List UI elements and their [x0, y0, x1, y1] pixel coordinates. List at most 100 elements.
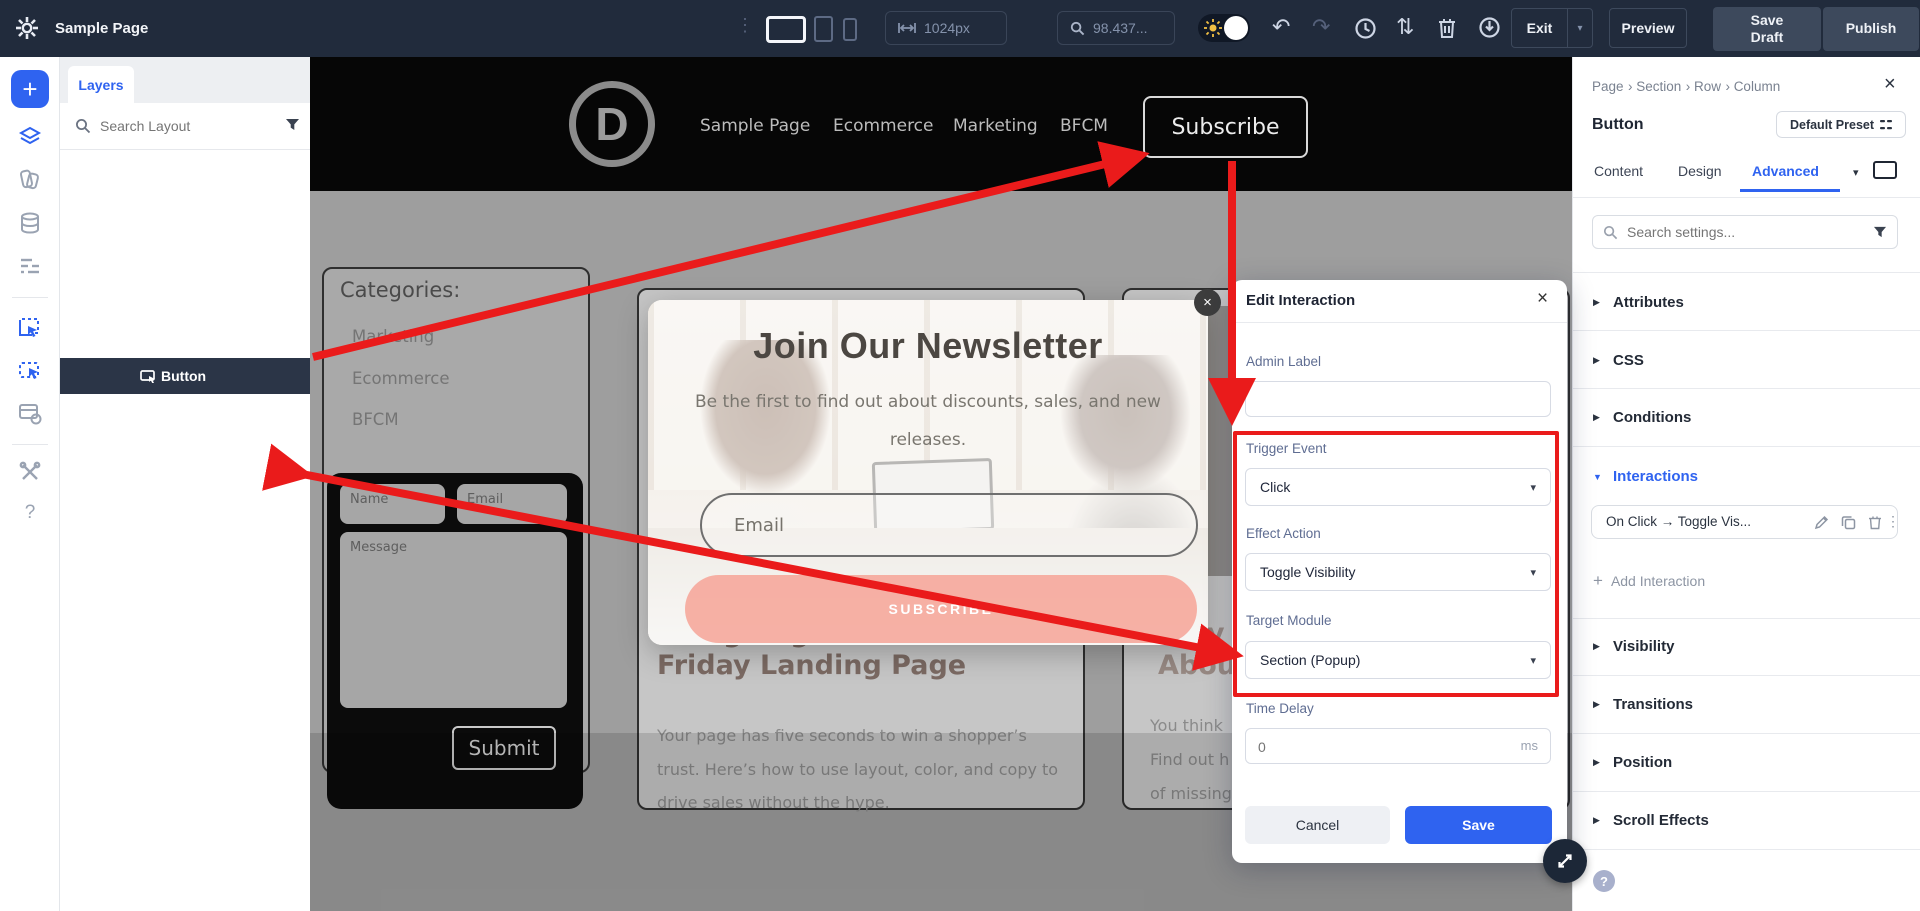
sort-arrows-icon[interactable]: ⇅ — [1396, 14, 1414, 40]
toggle-knob — [1224, 16, 1248, 40]
category-link-bfcm[interactable]: BFCM — [352, 410, 399, 429]
trash-icon[interactable] — [1436, 16, 1458, 40]
admin-label-input[interactable] — [1245, 381, 1551, 417]
exit-button[interactable]: Exit ▾ — [1511, 8, 1593, 48]
tab-advanced[interactable]: Advanced — [1752, 163, 1819, 179]
interaction-list-item[interactable]: On Click → Toggle Vis... ⋮ — [1591, 505, 1898, 539]
interactions-select-icon[interactable] — [17, 315, 43, 341]
button-layer-icon — [140, 369, 156, 383]
publish-button[interactable]: Publish — [1823, 7, 1919, 51]
edit-pencil-icon[interactable] — [1814, 515, 1829, 530]
default-preset-button[interactable]: Default Preset — [1776, 111, 1906, 138]
theme-builder-icon[interactable] — [17, 401, 43, 427]
nav-item-bfcm[interactable]: BFCM — [1060, 116, 1108, 136]
accordion-scroll-effects[interactable]: Scroll Effects — [1613, 812, 1709, 829]
interaction-mode-toggle[interactable] — [1198, 14, 1250, 42]
accordion-css[interactable]: CSS — [1613, 352, 1644, 369]
expand-panel-button[interactable] — [1543, 839, 1587, 883]
nav-item-marketing[interactable]: Marketing — [953, 116, 1038, 136]
layers-icon[interactable] — [17, 124, 43, 150]
plus-icon: + — [1593, 571, 1603, 591]
caret-right-icon: ▶ — [1593, 815, 1600, 826]
category-link-marketing[interactable]: Marketing — [352, 327, 434, 346]
rail-divider — [12, 444, 48, 445]
time-delay-value-input[interactable] — [1256, 735, 1490, 759]
breadcrumb-column[interactable]: Column — [1734, 79, 1781, 94]
history-icon[interactable] — [1354, 17, 1377, 40]
database-icon[interactable] — [17, 210, 43, 236]
save-draft-button[interactable]: Save Draft — [1713, 7, 1821, 51]
interactions-hover-icon[interactable] — [17, 358, 43, 384]
panel-divider — [1573, 388, 1920, 389]
caret-right-icon: ▶ — [1593, 412, 1600, 423]
redo-icon[interactable]: ↷ — [1312, 14, 1330, 40]
blog-card-title[interactable]: Friday Landing Page — [657, 650, 966, 681]
duplicate-icon[interactable] — [1841, 515, 1856, 530]
chevron-down-icon[interactable]: ▾ — [1853, 166, 1859, 179]
modal-close-icon[interactable]: × — [1537, 288, 1548, 310]
breadcrumb-section[interactable]: Section — [1636, 79, 1681, 94]
name-field[interactable]: Name — [340, 484, 445, 524]
popup-email-input[interactable]: Email — [700, 493, 1198, 557]
kebab-menu-icon[interactable]: ⋮ — [1886, 513, 1900, 530]
filter-icon[interactable] — [285, 118, 300, 132]
preset-icon — [1880, 119, 1892, 131]
desktop-view-icon[interactable] — [766, 16, 806, 43]
styles-icon[interactable] — [17, 167, 43, 193]
email-field[interactable]: Email — [457, 484, 567, 524]
tab-layers[interactable]: Layers — [68, 66, 134, 103]
exit-caret-icon[interactable]: ▾ — [1568, 23, 1592, 34]
search-icon — [75, 118, 91, 134]
cancel-button[interactable]: Cancel — [1245, 806, 1390, 844]
canvas-width-input[interactable]: 1024px — [885, 11, 1007, 45]
accordion-attributes[interactable]: Attributes — [1613, 294, 1684, 311]
filter-icon[interactable] — [1873, 226, 1887, 239]
tab-content[interactable]: Content — [1594, 163, 1643, 179]
search-layout-input[interactable] — [98, 113, 273, 139]
settings-list-icon[interactable] — [17, 253, 43, 279]
phone-view-icon[interactable] — [843, 18, 857, 41]
accordion-visibility[interactable]: Visibility — [1613, 638, 1674, 655]
breadcrumb-page[interactable]: Page — [1592, 79, 1624, 94]
panel-divider — [1573, 446, 1920, 447]
popup-subscribe-button[interactable]: SUBSCRIBE — [685, 575, 1197, 643]
accordion-position[interactable]: Position — [1613, 754, 1672, 771]
help-badge[interactable]: ? — [1593, 870, 1615, 892]
save-button[interactable]: Save — [1405, 806, 1552, 844]
help-icon[interactable]: ? — [17, 500, 43, 526]
zoom-input[interactable]: 98.437... — [1057, 11, 1175, 45]
interaction-item-label: On Click → Toggle Vis... — [1606, 514, 1751, 529]
responsive-desktop-icon[interactable] — [1873, 161, 1897, 179]
add-module-button[interactable]: + — [11, 70, 49, 108]
layer-item-button[interactable]: Button — [161, 368, 206, 384]
tools-icon[interactable] — [17, 459, 43, 485]
preview-button[interactable]: Preview — [1609, 8, 1687, 48]
panel-close-icon[interactable]: × — [1884, 73, 1896, 96]
tab-design[interactable]: Design — [1678, 163, 1722, 179]
accordion-conditions[interactable]: Conditions — [1613, 409, 1691, 426]
nav-item-ecommerce[interactable]: Ecommerce — [833, 116, 934, 136]
accordion-interactions[interactable]: Interactions — [1613, 468, 1698, 485]
trash-icon[interactable] — [1868, 515, 1882, 530]
settings-search-box[interactable] — [1592, 215, 1898, 249]
portability-icon[interactable] — [1478, 16, 1501, 39]
caret-right-icon: ▶ — [1593, 297, 1600, 308]
add-interaction-button[interactable]: + Add Interaction — [1593, 571, 1705, 591]
tablet-view-icon[interactable] — [814, 16, 833, 42]
breadcrumb-row[interactable]: Row — [1694, 79, 1721, 94]
undo-icon[interactable]: ↶ — [1272, 14, 1290, 40]
time-delay-input[interactable]: ms — [1245, 728, 1551, 764]
settings-search-input[interactable] — [1625, 220, 1855, 244]
popup-subtitle: Be the first to find out about discounts… — [648, 392, 1208, 412]
cancel-label: Cancel — [1296, 817, 1340, 833]
popup-close-icon[interactable]: × — [1194, 289, 1221, 316]
subscribe-nav-button[interactable]: Subscribe — [1143, 96, 1308, 158]
accordion-transitions[interactable]: Transitions — [1613, 696, 1693, 713]
nav-item-sample-page[interactable]: Sample Page — [700, 116, 810, 136]
site-logo[interactable]: D — [569, 81, 655, 167]
category-link-ecommerce[interactable]: Ecommerce — [352, 369, 450, 388]
gear-icon[interactable] — [14, 15, 40, 41]
width-arrows-icon — [898, 22, 916, 34]
drag-dots-icon[interactable]: ⋮ — [736, 15, 754, 36]
message-field[interactable]: Message — [340, 532, 567, 708]
